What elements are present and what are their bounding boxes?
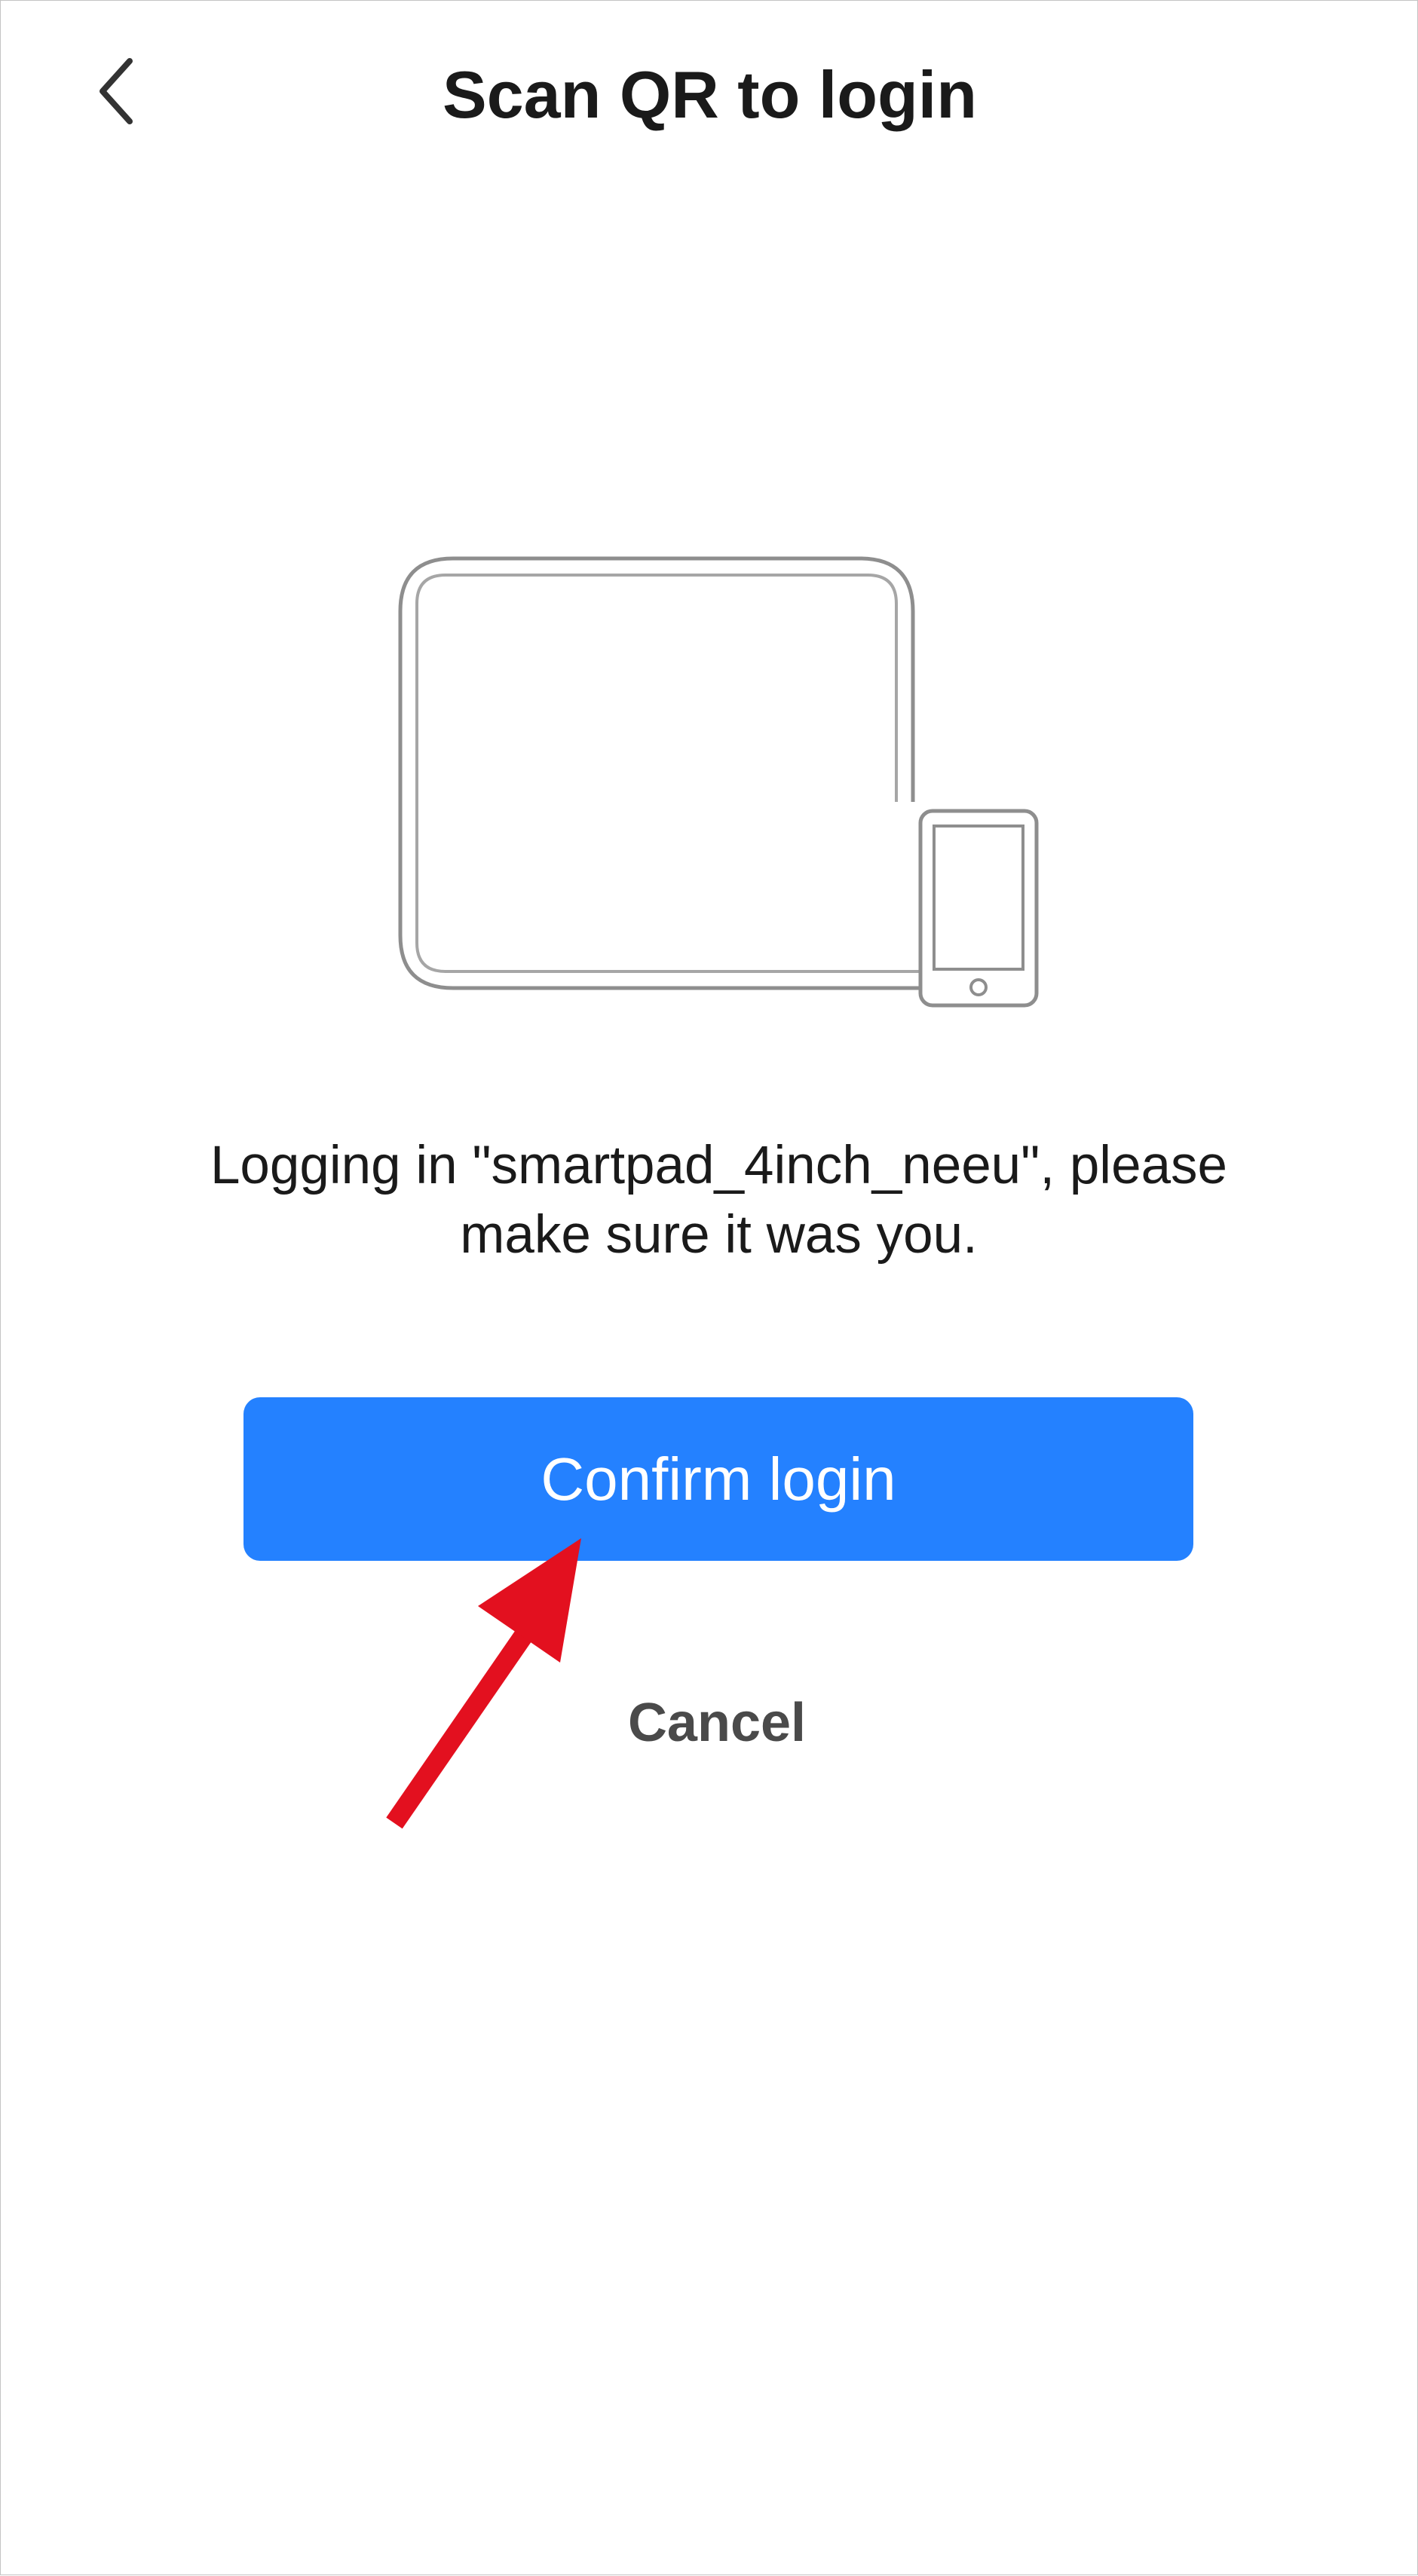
pointer-arrow-icon [386,1538,581,1829]
cancel-button[interactable]: Cancel [528,1681,905,1764]
message-line-1: Logging in "smartpad_4inch_neeu", please [210,1136,1228,1195]
confirm-login-button[interactable]: Confirm login [243,1397,1193,1561]
tablet-and-phone-icon [398,556,1039,1008]
app-screen: Scan QR to login Logging in "smartpad_4i… [0,0,1418,2575]
device-illustration [393,551,1049,1018]
login-confirmation-message: Logging in "smartpad_4inch_neeu", please… [76,1131,1361,1270]
header-bar: Scan QR to login [1,1,1418,189]
page-title: Scan QR to login [443,57,977,132]
message-line-2: make sure it was you. [460,1205,978,1265]
